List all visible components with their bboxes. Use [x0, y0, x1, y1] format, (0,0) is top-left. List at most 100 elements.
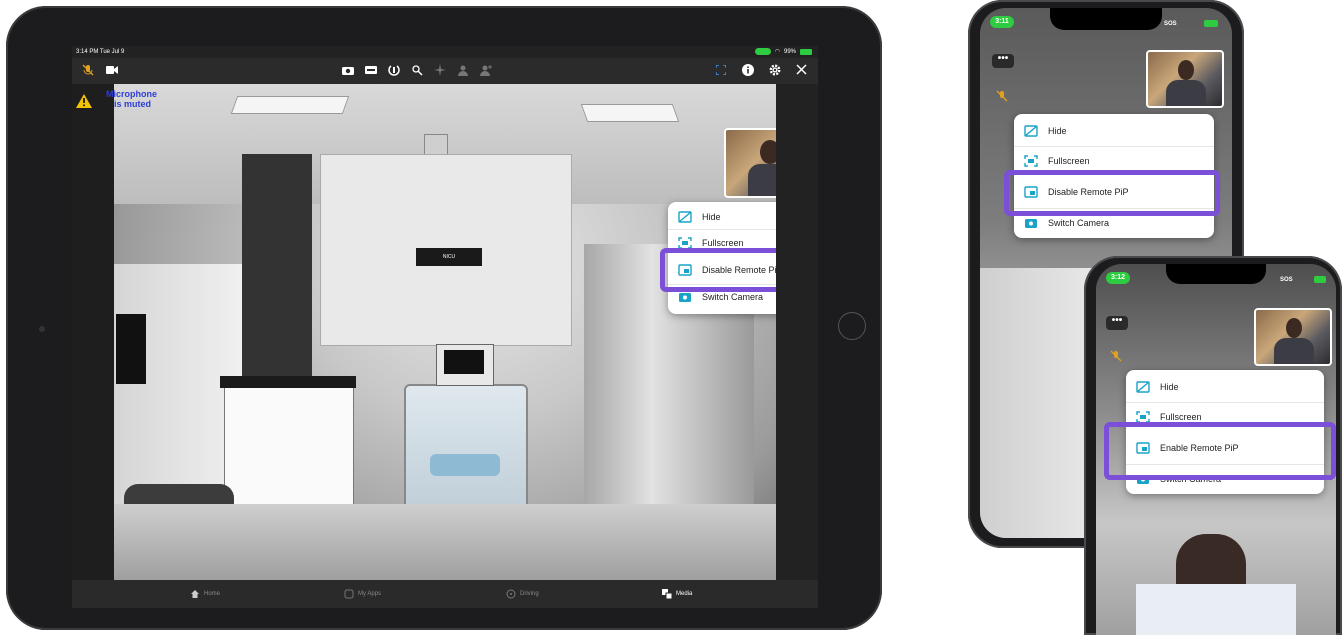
- person-body: [1274, 338, 1314, 364]
- menu-item-label: Hide: [1048, 126, 1067, 136]
- counter-top: [220, 376, 356, 388]
- menu-item-label: Switch Camera: [702, 292, 764, 302]
- floor: [114, 504, 776, 580]
- mic-muted-icon[interactable]: [1110, 350, 1122, 362]
- switch-camera-icon: [1024, 217, 1038, 229]
- battery-icon: [800, 48, 812, 55]
- bed-linen: [1136, 584, 1296, 635]
- warning-icon: [76, 94, 92, 108]
- close-icon[interactable]: [796, 64, 807, 75]
- notch: [1050, 8, 1162, 30]
- person-body: [748, 164, 776, 196]
- phone-2-screen: 3:12 SOS ••• Hide Fullscreen Enable Remo…: [1096, 264, 1336, 635]
- wall-equipment: [980, 268, 1100, 538]
- pointer-icon[interactable]: [411, 64, 423, 76]
- vital-screen: [444, 350, 484, 374]
- menu-item-label: Fullscreen: [1048, 156, 1090, 166]
- video-icon[interactable]: [106, 65, 118, 75]
- add-person-icon[interactable]: [480, 64, 492, 76]
- dark-doorway: [242, 154, 312, 414]
- status-time: 3:14 PM Tue Jul 9: [76, 49, 125, 55]
- more-options-button[interactable]: •••: [1106, 316, 1128, 330]
- self-view-pip[interactable]: [724, 128, 776, 198]
- switch-camera-icon: [678, 291, 692, 303]
- status-time: 3:11: [990, 16, 1014, 28]
- front-camera: [39, 326, 45, 332]
- gear-icon[interactable]: [769, 64, 781, 76]
- call-indicator: [754, 48, 771, 55]
- hide-icon: [1024, 125, 1038, 137]
- warning-line-2: is muted: [114, 99, 152, 109]
- ceiling-light: [580, 104, 680, 122]
- menu-item-hide[interactable]: Hide: [668, 206, 776, 228]
- apps-icon: [344, 589, 354, 599]
- status-sos: SOS: [1164, 21, 1177, 27]
- status-right: ◠ 99%: [754, 48, 812, 55]
- wifi-icon: ◠: [774, 49, 780, 55]
- sparkle-icon[interactable]: [434, 64, 446, 76]
- menu-item-label: Fullscreen: [1160, 412, 1202, 422]
- camera-icon[interactable]: [342, 65, 354, 75]
- menu-item-hide[interactable]: Hide: [1014, 118, 1214, 144]
- phone-2-device: 3:12 SOS ••• Hide Fullscreen Enable Remo…: [1084, 256, 1342, 635]
- pip-icon[interactable]: [716, 65, 726, 75]
- highlight-box: [1104, 422, 1336, 480]
- remote-camera-feed[interactable]: NICU Hide Fullscreen Disable Remote PiP …: [114, 84, 776, 580]
- menu-divider: [1014, 146, 1214, 147]
- mic-muted-icon[interactable]: [82, 64, 94, 76]
- person-head: [760, 140, 776, 164]
- ipad-device: 3:14 PM Tue Jul 9 ◠ 99% NICU Hide Fullsc…: [6, 6, 882, 630]
- nicu-sign: NICU: [416, 248, 482, 266]
- wall-monitor: [116, 314, 146, 384]
- menu-item-label: Hide: [1160, 382, 1179, 392]
- call-toolbar: [72, 58, 818, 84]
- notch: [1166, 264, 1266, 284]
- menu-divider: [1126, 402, 1324, 403]
- ceiling-light: [230, 96, 350, 114]
- left-sidebar: [72, 84, 114, 580]
- ipad-screen: 3:14 PM Tue Jul 9 ◠ 99% NICU Hide Fullsc…: [72, 46, 818, 608]
- tab-driving[interactable]: Driving: [506, 589, 539, 599]
- hide-icon: [678, 211, 692, 223]
- hide-icon: [1136, 381, 1150, 393]
- menu-item-hide[interactable]: Hide: [1126, 374, 1324, 400]
- tab-label: Media: [676, 591, 693, 597]
- infant-bedding: [430, 454, 500, 476]
- tab-label: Home: [204, 591, 221, 597]
- highlight-box: [660, 248, 776, 292]
- person-body: [1166, 80, 1206, 106]
- self-view-pip[interactable]: [1254, 308, 1332, 366]
- keyboard-icon[interactable]: [365, 66, 377, 74]
- tab-my-apps[interactable]: My Apps: [344, 589, 381, 599]
- battery-text: 99%: [783, 48, 796, 55]
- tab-home[interactable]: Home: [190, 589, 220, 599]
- self-view-pip[interactable]: [1146, 50, 1224, 108]
- cabinet: [224, 384, 354, 506]
- tab-label: My Apps: [358, 591, 382, 597]
- bottom-tab-bar: Home My Apps Driving Media: [72, 580, 818, 608]
- home-icon: [191, 590, 199, 598]
- menu-item-label: Switch Camera: [1048, 218, 1110, 228]
- info-icon[interactable]: [742, 64, 754, 76]
- battery-icon: [1314, 276, 1326, 283]
- person-head: [1178, 60, 1194, 80]
- rotate-icon[interactable]: [388, 64, 400, 76]
- menu-item-label: Hide: [702, 212, 721, 222]
- fullscreen-icon: [1024, 155, 1038, 167]
- highlight-box: [1004, 170, 1220, 216]
- warning-line-1: Microphone: [106, 89, 157, 99]
- menu-item-label: Fullscreen: [702, 238, 744, 248]
- home-button[interactable]: [838, 312, 866, 340]
- menu-divider: [668, 229, 776, 230]
- mic-muted-warning: Microphone is muted: [106, 89, 157, 109]
- person-head: [1286, 318, 1302, 338]
- tab-label: Driving: [520, 591, 539, 597]
- media-icon: [662, 589, 672, 599]
- more-options-button[interactable]: •••: [992, 54, 1014, 68]
- person-scan-icon[interactable]: [457, 64, 469, 76]
- mic-muted-icon[interactable]: [996, 90, 1008, 102]
- status-sos: SOS: [1280, 277, 1293, 283]
- battery-icon: [1204, 20, 1218, 27]
- steering-icon: [506, 589, 516, 599]
- tab-media[interactable]: Media: [662, 589, 692, 599]
